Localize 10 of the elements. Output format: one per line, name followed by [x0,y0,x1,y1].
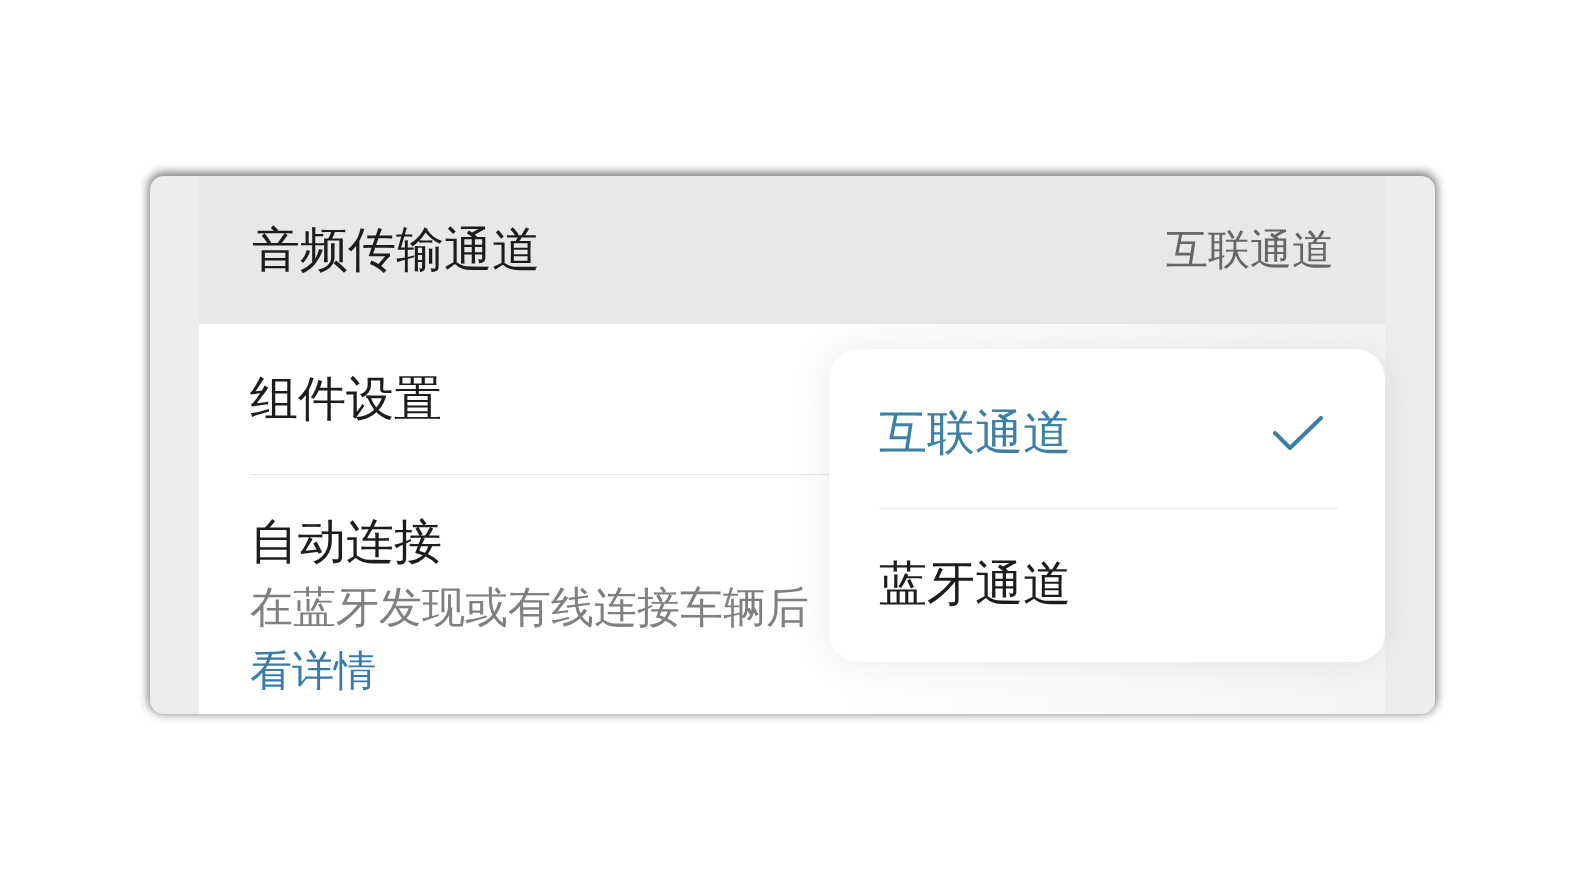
setting-title: 自动连接 [250,513,442,569]
setting-header[interactable]: 音频传输通道 互联通道 [199,176,1385,324]
dropdown-option[interactable]: 蓝牙通道 [829,509,1385,659]
check-icon [1273,416,1323,450]
header-value: 互联通道 [1166,224,1334,276]
details-link[interactable]: 看详情 [250,639,376,703]
setting-title: 组件设置 [250,369,442,428]
setting-description: 在蓝牙发现或有线连接车辆后 [250,582,809,632]
header-title: 音频传输通道 [252,221,540,279]
dropdown-option[interactable]: 互联通道 [829,358,1385,508]
